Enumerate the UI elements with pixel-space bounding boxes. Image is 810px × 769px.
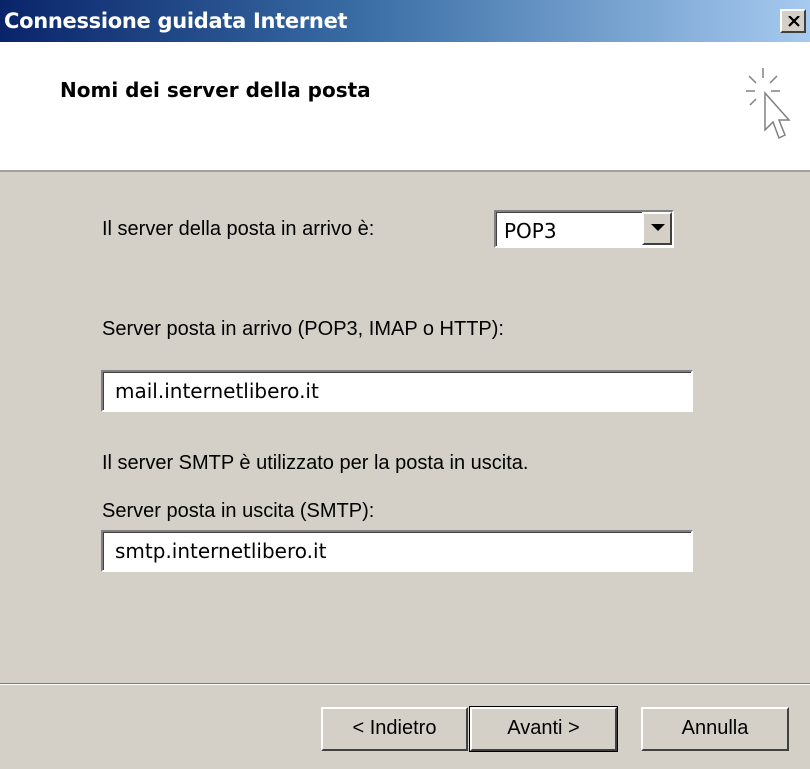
- incoming-server-type-select[interactable]: POP3: [494, 210, 674, 248]
- close-button[interactable]: [780, 9, 806, 33]
- wizard-header: Nomi dei server della posta: [0, 42, 810, 172]
- title-bar: Connessione guidata Internet: [0, 0, 810, 42]
- incoming-server-value: mail.internetlibero.it: [115, 379, 319, 403]
- page-title: Nomi dei server della posta: [60, 78, 371, 102]
- incoming-type-label: Il server della posta in arrivo è:: [102, 218, 375, 240]
- chevron-down-icon: [651, 224, 665, 231]
- incoming-type-value: POP3: [504, 219, 557, 243]
- dropdown-button[interactable]: [642, 212, 672, 245]
- back-button[interactable]: < Indietro: [321, 707, 468, 751]
- divider: [0, 683, 810, 685]
- cancel-button[interactable]: Annulla: [641, 707, 789, 751]
- wizard-cursor-icon: [746, 68, 791, 140]
- incoming-server-label: Server posta in arrivo (POP3, IMAP o HTT…: [102, 318, 504, 340]
- window-title: Connessione guidata Internet: [4, 9, 348, 33]
- next-button[interactable]: Avanti >: [469, 706, 618, 752]
- outgoing-server-label: Server posta in uscita (SMTP):: [102, 500, 375, 522]
- incoming-server-input[interactable]: mail.internetlibero.it: [101, 370, 693, 412]
- smtp-note: Il server SMTP è utilizzato per la posta…: [102, 452, 529, 474]
- outgoing-server-input[interactable]: smtp.internetlibero.it: [101, 530, 693, 572]
- close-icon: [788, 16, 800, 27]
- outgoing-server-value: smtp.internetlibero.it: [115, 539, 327, 563]
